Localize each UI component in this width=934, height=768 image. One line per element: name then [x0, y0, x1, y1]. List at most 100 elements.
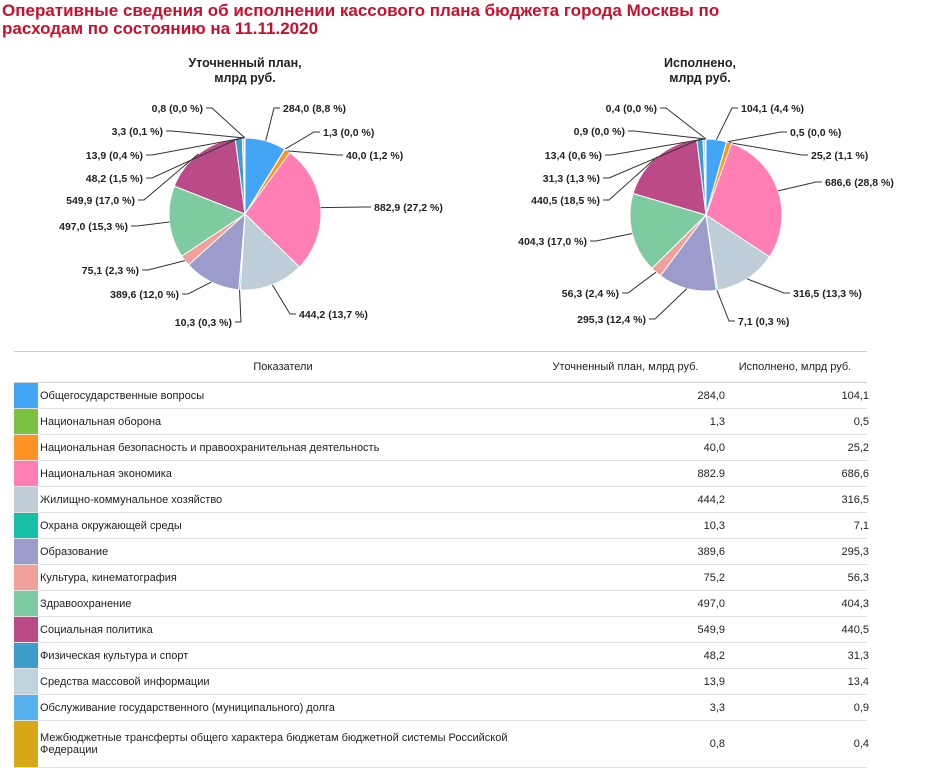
leader-line: [285, 132, 320, 149]
row-name: Национальная оборона: [38, 416, 530, 428]
row-exec-value: 0,9: [725, 702, 869, 714]
slice-label: 13,9 (0,4 %): [86, 150, 143, 162]
table-row: Социальная политика549,9440,5: [14, 617, 867, 643]
leader-line: [717, 290, 735, 321]
leader-line: [321, 207, 371, 208]
slice-label: 316,5 (13,3 %): [793, 288, 862, 300]
row-exec-value: 25,2: [725, 442, 869, 454]
row-exec-value: 404,3: [725, 598, 869, 610]
row-name: Физическая культура и спорт: [38, 650, 530, 662]
row-name: Охрана окружающей среды: [38, 520, 530, 532]
row-name: Обслуживание государственного (муниципал…: [38, 702, 530, 714]
row-name: Национальная экономика: [38, 468, 530, 480]
leader-line: [266, 108, 280, 141]
table-row: Средства массовой информации13,913,4: [14, 669, 867, 695]
color-swatch: [14, 695, 38, 720]
table-body: Общегосударственные вопросы284,0104,1Нац…: [14, 383, 867, 768]
slice-label: 0,5 (0,0 %): [790, 127, 841, 139]
row-name: Образование: [38, 546, 530, 558]
table-row: Физическая культура и спорт48,231,3: [14, 643, 867, 669]
row-exec-value: 104,1: [725, 390, 869, 402]
slice-label: 104,1 (4,4 %): [741, 103, 804, 115]
row-exec-value: 0,4: [725, 738, 869, 750]
slice-label: 7,1 (0,3 %): [738, 316, 789, 328]
slice-label: 882,9 (27,2 %): [374, 202, 443, 214]
row-plan-value: 389,6: [530, 546, 725, 558]
row-exec-value: 31,3: [725, 650, 869, 662]
table-row: Общегосударственные вопросы284,0104,1: [14, 383, 867, 409]
table-row: Образование389,6295,3: [14, 539, 867, 565]
slice-label: 56,3 (2,4 %): [562, 288, 619, 300]
row-plan-value: 549,9: [530, 624, 725, 636]
table-row: Обслуживание государственного (муниципал…: [14, 695, 867, 721]
color-swatch: [14, 721, 38, 767]
row-exec-value: 13,4: [725, 676, 869, 688]
slice-label: 686,6 (28,8 %): [825, 177, 894, 189]
leader-line: [727, 132, 787, 142]
color-swatch: [14, 565, 38, 590]
row-exec-value: 295,3: [725, 546, 869, 558]
leader-line: [166, 131, 245, 138]
table-row: Охрана окружающей среды10,37,1: [14, 513, 867, 539]
color-swatch: [14, 669, 38, 694]
leader-line: [649, 289, 687, 319]
plan-pie-chart: 284,0 (8,8 %)1,3 (0,0 %)40,0 (1,2 %)882,…: [59, 103, 443, 329]
slice-label: 389,6 (12,0 %): [110, 289, 179, 301]
slice-label: 549,9 (17,0 %): [66, 195, 135, 207]
row-name: Национальная безопасность и правоохранит…: [38, 442, 530, 454]
leader-line: [272, 285, 296, 314]
header-exec: Исполнено, млрд руб.: [723, 361, 867, 373]
slice-label: 25,2 (1,1 %): [811, 150, 868, 162]
leader-line: [235, 290, 241, 322]
slice-label: 0,9 (0,0 %): [574, 126, 625, 138]
table-row: Национальная оборона1,30,5: [14, 409, 867, 435]
row-name: Средства массовой информации: [38, 676, 530, 688]
slice-label: 0,8 (0,0 %): [152, 103, 203, 115]
row-plan-value: 0,8: [530, 738, 725, 750]
slice-label: 13,4 (0,6 %): [545, 150, 602, 162]
color-swatch: [14, 409, 38, 434]
slice-label: 295,3 (12,4 %): [577, 314, 646, 326]
color-swatch: [14, 513, 38, 538]
row-exec-value: 56,3: [725, 572, 869, 584]
color-swatch: [14, 487, 38, 512]
row-exec-value: 440,5: [725, 624, 869, 636]
slice-label: 444,2 (13,7 %): [299, 309, 368, 321]
row-exec-value: 686,6: [725, 468, 869, 480]
header-plan: Уточненный план, млрд руб.: [528, 361, 723, 373]
row-plan-value: 75,2: [530, 572, 725, 584]
leader-line: [142, 261, 185, 270]
exec-pie-chart: 104,1 (4,4 %) 0,5 (0,0 %) 25,2 (1,1 %) 686,…: [518, 103, 894, 328]
color-swatch: [14, 539, 38, 564]
row-plan-value: 13,9: [530, 676, 725, 688]
slice-label: 40,0 (1,2 %): [346, 150, 403, 162]
pie-charts: 284,0 (8,8 %)1,3 (0,0 %)40,0 (1,2 %)882,…: [0, 0, 934, 345]
leader-line: [590, 234, 632, 242]
slice-label: 75,1 (2,3 %): [82, 265, 139, 277]
row-plan-value: 40,0: [530, 442, 725, 454]
leader-line: [206, 108, 245, 138]
row-plan-value: 284,0: [530, 390, 725, 402]
row-exec-value: 7,1: [725, 520, 869, 532]
leader-line: [287, 151, 343, 155]
row-name: Жилищно-коммунальное хозяйство: [38, 494, 530, 506]
slice-label: 1,3 (0,0 %): [323, 127, 374, 139]
slice-label: 497,0 (15,3 %): [59, 221, 128, 233]
row-exec-value: 316,5: [725, 494, 869, 506]
row-plan-value: 48,2: [530, 650, 725, 662]
leader-line: [622, 272, 656, 293]
row-name: Здравоохранение: [38, 598, 530, 610]
leader-line: [182, 282, 211, 294]
leader-line: [747, 279, 790, 293]
row-plan-value: 10,3: [530, 520, 725, 532]
header-swatch-spacer: [14, 352, 38, 382]
slice-label: 3,3 (0,1 %): [112, 126, 163, 138]
row-name: Социальная политика: [38, 624, 530, 636]
header-indicators: Показатели: [38, 361, 528, 373]
row-plan-value: 1,3: [530, 416, 725, 428]
color-swatch: [14, 617, 38, 642]
leader-line: [628, 131, 706, 139]
budget-table: Показатели Уточненный план, млрд руб. Ис…: [14, 351, 867, 768]
leader-line: [716, 108, 738, 140]
row-name: Межбюджетные трансферты общего характера…: [38, 732, 530, 756]
